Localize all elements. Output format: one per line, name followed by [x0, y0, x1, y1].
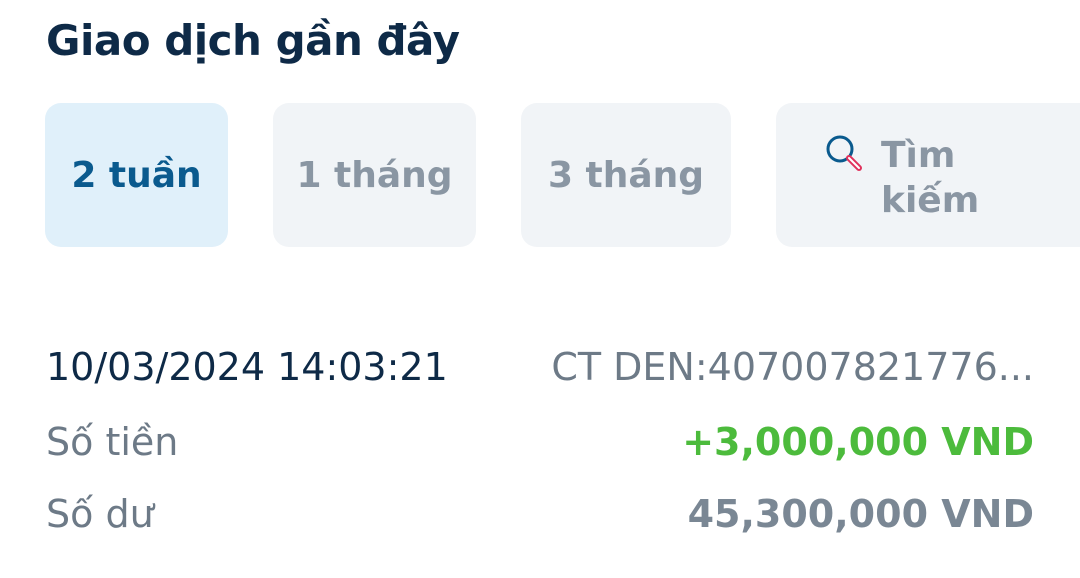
- search-label: Tìm kiếm: [881, 135, 980, 221]
- balance-value: 45,300,000 VND: [687, 492, 1034, 536]
- balance-label: Số dư: [46, 492, 154, 536]
- transaction-amount-row: Số tiền +3,000,000 VND: [46, 420, 1034, 464]
- search-button[interactable]: Tìm kiếm: [776, 103, 1080, 247]
- filter-3-months-button[interactable]: 3 tháng: [521, 103, 731, 247]
- amount-label: Số tiền: [46, 420, 179, 464]
- search-icon: [824, 133, 864, 173]
- transaction-reference: CT DEN:407007821776...: [551, 345, 1034, 389]
- transaction-header-row[interactable]: 10/03/2024 14:03:21 CT DEN:407007821776.…: [46, 345, 1034, 389]
- filter-2-weeks-button[interactable]: 2 tuần: [45, 103, 228, 247]
- transaction-datetime: 10/03/2024 14:03:21: [46, 345, 448, 389]
- transaction-balance-row: Số dư 45,300,000 VND: [46, 492, 1034, 536]
- recent-transactions-screen: Giao dịch gần đây 2 tuần 1 tháng 3 tháng…: [0, 0, 1080, 578]
- filter-1-month-button[interactable]: 1 tháng: [273, 103, 476, 247]
- page-title: Giao dịch gần đây: [46, 16, 460, 65]
- amount-value: +3,000,000 VND: [682, 420, 1034, 464]
